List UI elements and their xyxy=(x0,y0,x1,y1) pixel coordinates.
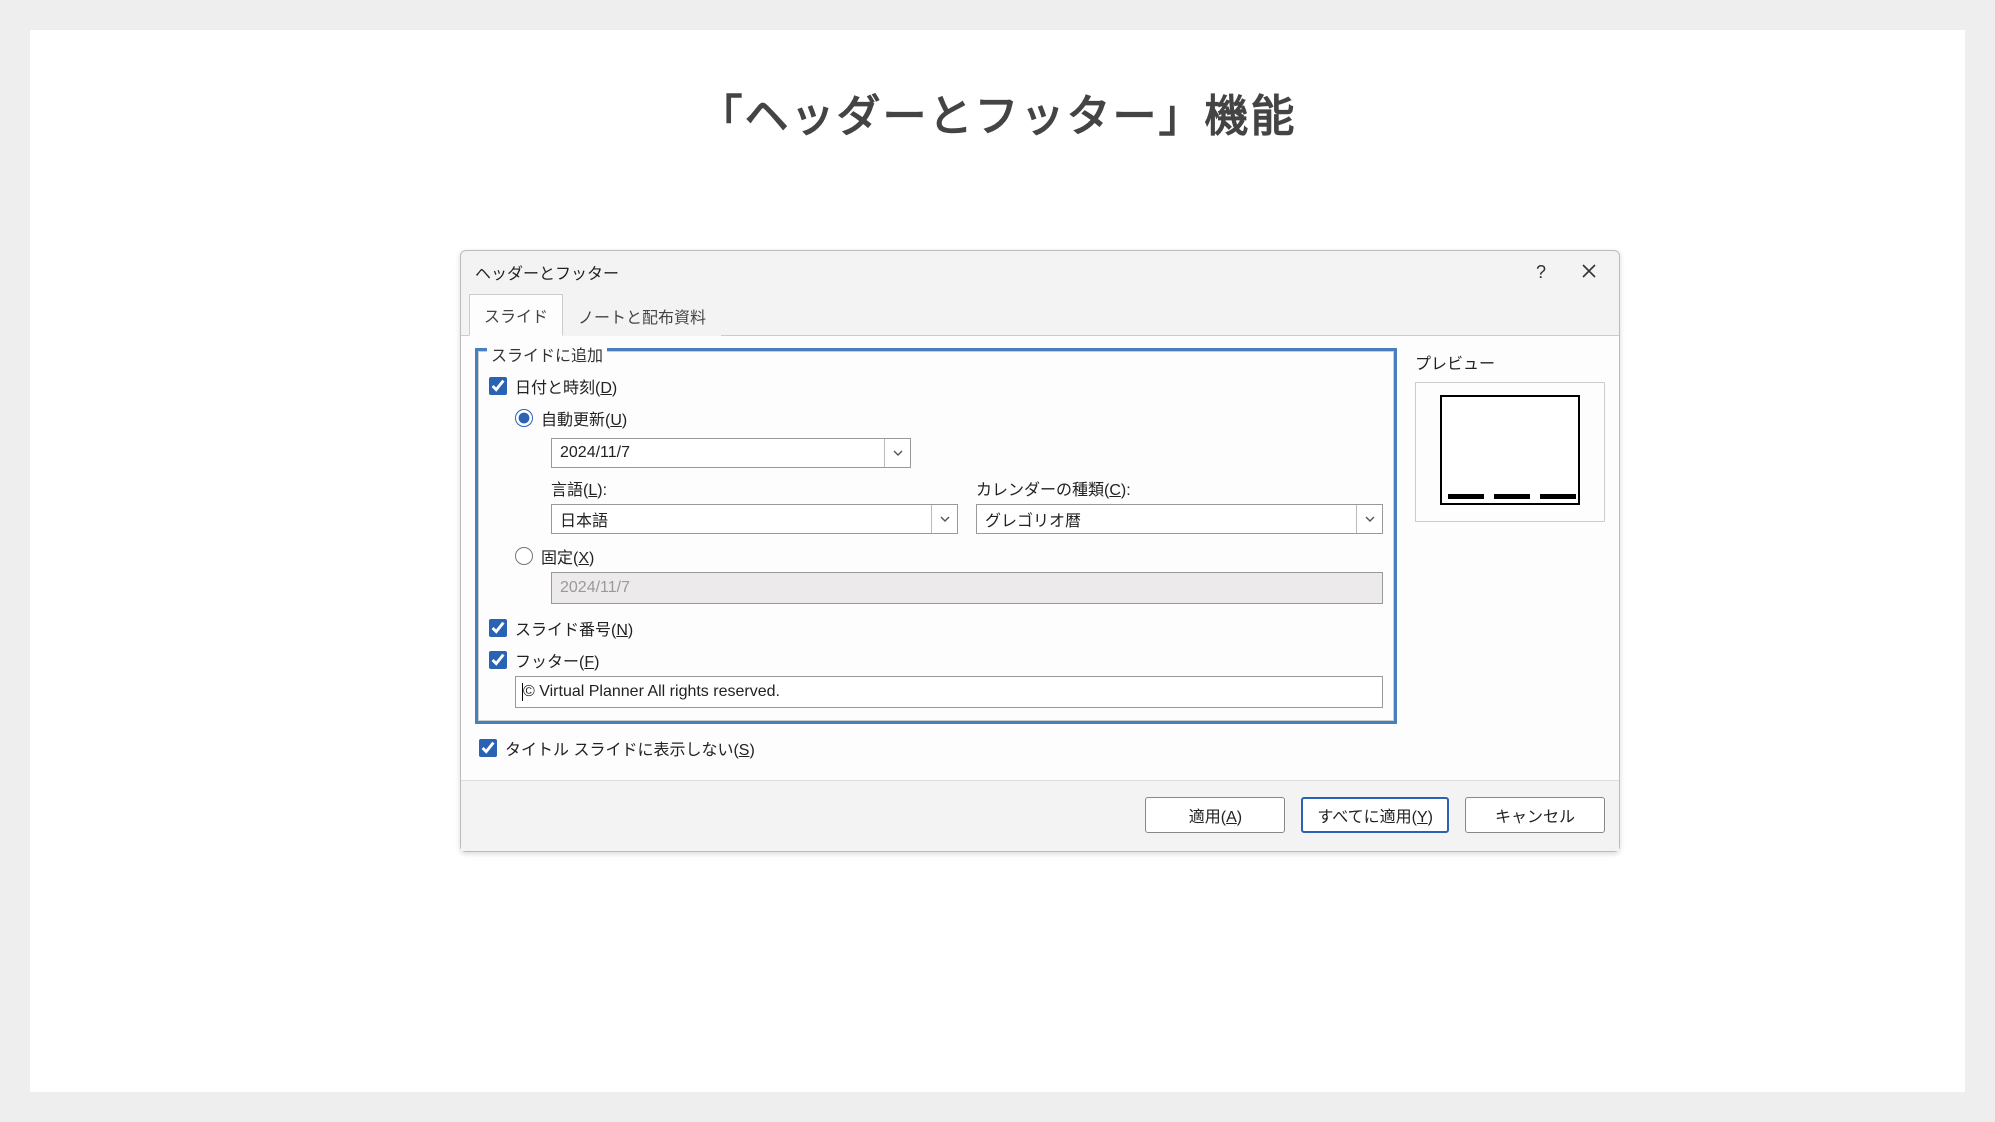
date-time-row: 日付と時刻(D) xyxy=(489,370,1383,402)
preview-footer-placeholder xyxy=(1540,494,1576,499)
apply-button[interactable]: 適用(A) xyxy=(1145,797,1285,833)
dialog-body: スライドに追加 日付と時刻(D) xyxy=(461,336,1619,780)
close-button[interactable] xyxy=(1565,255,1613,289)
page-title: 「ヘッダーとフッター」機能 xyxy=(30,80,1965,144)
footer-label: フッター(F) xyxy=(515,648,599,672)
footer-input-value: © Virtual Planner All rights reserved. xyxy=(523,683,780,701)
slide-add-group: スライドに追加 日付と時刻(D) xyxy=(478,351,1394,721)
dialog-titlebar: ヘッダーとフッター ? xyxy=(461,251,1619,293)
footer-checkbox[interactable] xyxy=(489,651,507,669)
chevron-down-icon xyxy=(931,505,957,533)
cancel-button[interactable]: キャンセル xyxy=(1465,797,1605,833)
dialog-title: ヘッダーとフッター xyxy=(475,260,1517,284)
preview-footer-placeholder xyxy=(1494,494,1530,499)
hide-on-title-row: タイトル スライドに表示しない(S) xyxy=(479,732,1393,764)
date-time-checkbox[interactable] xyxy=(489,377,507,395)
date-time-label: 日付と時刻(D) xyxy=(515,374,617,398)
slide-number-label: スライド番号(N) xyxy=(515,616,633,640)
auto-update-radio[interactable] xyxy=(515,409,533,427)
preview-label: プレビュー xyxy=(1415,350,1605,374)
fixed-radio[interactable] xyxy=(515,547,533,565)
dialog-tabs: スライド ノートと配布資料 xyxy=(461,293,1619,336)
calendar-type-value: グレゴリオ暦 xyxy=(977,507,1356,531)
fixed-value-row: 2024/11/7 xyxy=(489,572,1383,604)
slide-number-checkbox[interactable] xyxy=(489,619,507,637)
fixed-date-input: 2024/11/7 xyxy=(551,572,1383,604)
calendar-type-label: カレンダーの種類(C): xyxy=(976,476,1383,500)
tab-notes-handouts[interactable]: ノートと配布資料 xyxy=(563,295,721,336)
chevron-down-icon xyxy=(1356,505,1382,533)
group-legend: スライドに追加 xyxy=(487,342,607,366)
footer-input[interactable]: © Virtual Planner All rights reserved. xyxy=(515,676,1383,708)
preview-panel: プレビュー xyxy=(1415,348,1605,774)
language-value: 日本語 xyxy=(552,507,931,531)
calendar-type-select[interactable]: グレゴリオ暦 xyxy=(976,504,1383,534)
language-select[interactable]: 日本語 xyxy=(551,504,958,534)
footer-input-row: © Virtual Planner All rights reserved. xyxy=(489,676,1383,708)
date-format-value: 2024/11/7 xyxy=(552,444,884,462)
close-icon xyxy=(1582,262,1596,283)
fixed-label: 固定(X) xyxy=(541,544,594,568)
preview-slide-thumbnail xyxy=(1440,395,1580,505)
cancel-button-label: キャンセル xyxy=(1495,803,1575,827)
chevron-down-icon xyxy=(884,439,910,467)
preview-box xyxy=(1415,382,1605,522)
slide-add-group-highlight: スライドに追加 日付と時刻(D) xyxy=(475,348,1397,724)
help-button[interactable]: ? xyxy=(1517,255,1565,289)
preview-footer-placeholder xyxy=(1448,494,1484,499)
hide-on-title-checkbox[interactable] xyxy=(479,739,497,757)
apply-all-button[interactable]: すべてに適用(Y) xyxy=(1301,797,1449,833)
fixed-date-value: 2024/11/7 xyxy=(560,579,630,597)
tab-slide[interactable]: スライド xyxy=(469,294,563,336)
date-format-row: 2024/11/7 xyxy=(489,434,1383,472)
language-label: 言語(L): xyxy=(551,476,958,500)
hide-on-title-label: タイトル スライドに表示しない(S) xyxy=(505,736,755,760)
footer-row: フッター(F) xyxy=(489,644,1383,676)
slide-number-row: スライド番号(N) xyxy=(489,612,1383,644)
date-format-select[interactable]: 2024/11/7 xyxy=(551,438,911,468)
header-footer-dialog: ヘッダーとフッター ? スライド ノートと配布資料 スライドに追加 xyxy=(460,250,1620,852)
fixed-row: 固定(X) xyxy=(489,540,1383,572)
apply-all-button-label: すべてに適用(Y) xyxy=(1317,803,1433,827)
help-icon: ? xyxy=(1536,262,1546,283)
apply-button-label: 適用(A) xyxy=(1189,803,1242,827)
auto-update-label: 自動更新(U) xyxy=(541,406,627,430)
dialog-footer: 適用(A) すべてに適用(Y) キャンセル xyxy=(461,780,1619,851)
auto-update-row: 自動更新(U) xyxy=(489,402,1383,434)
